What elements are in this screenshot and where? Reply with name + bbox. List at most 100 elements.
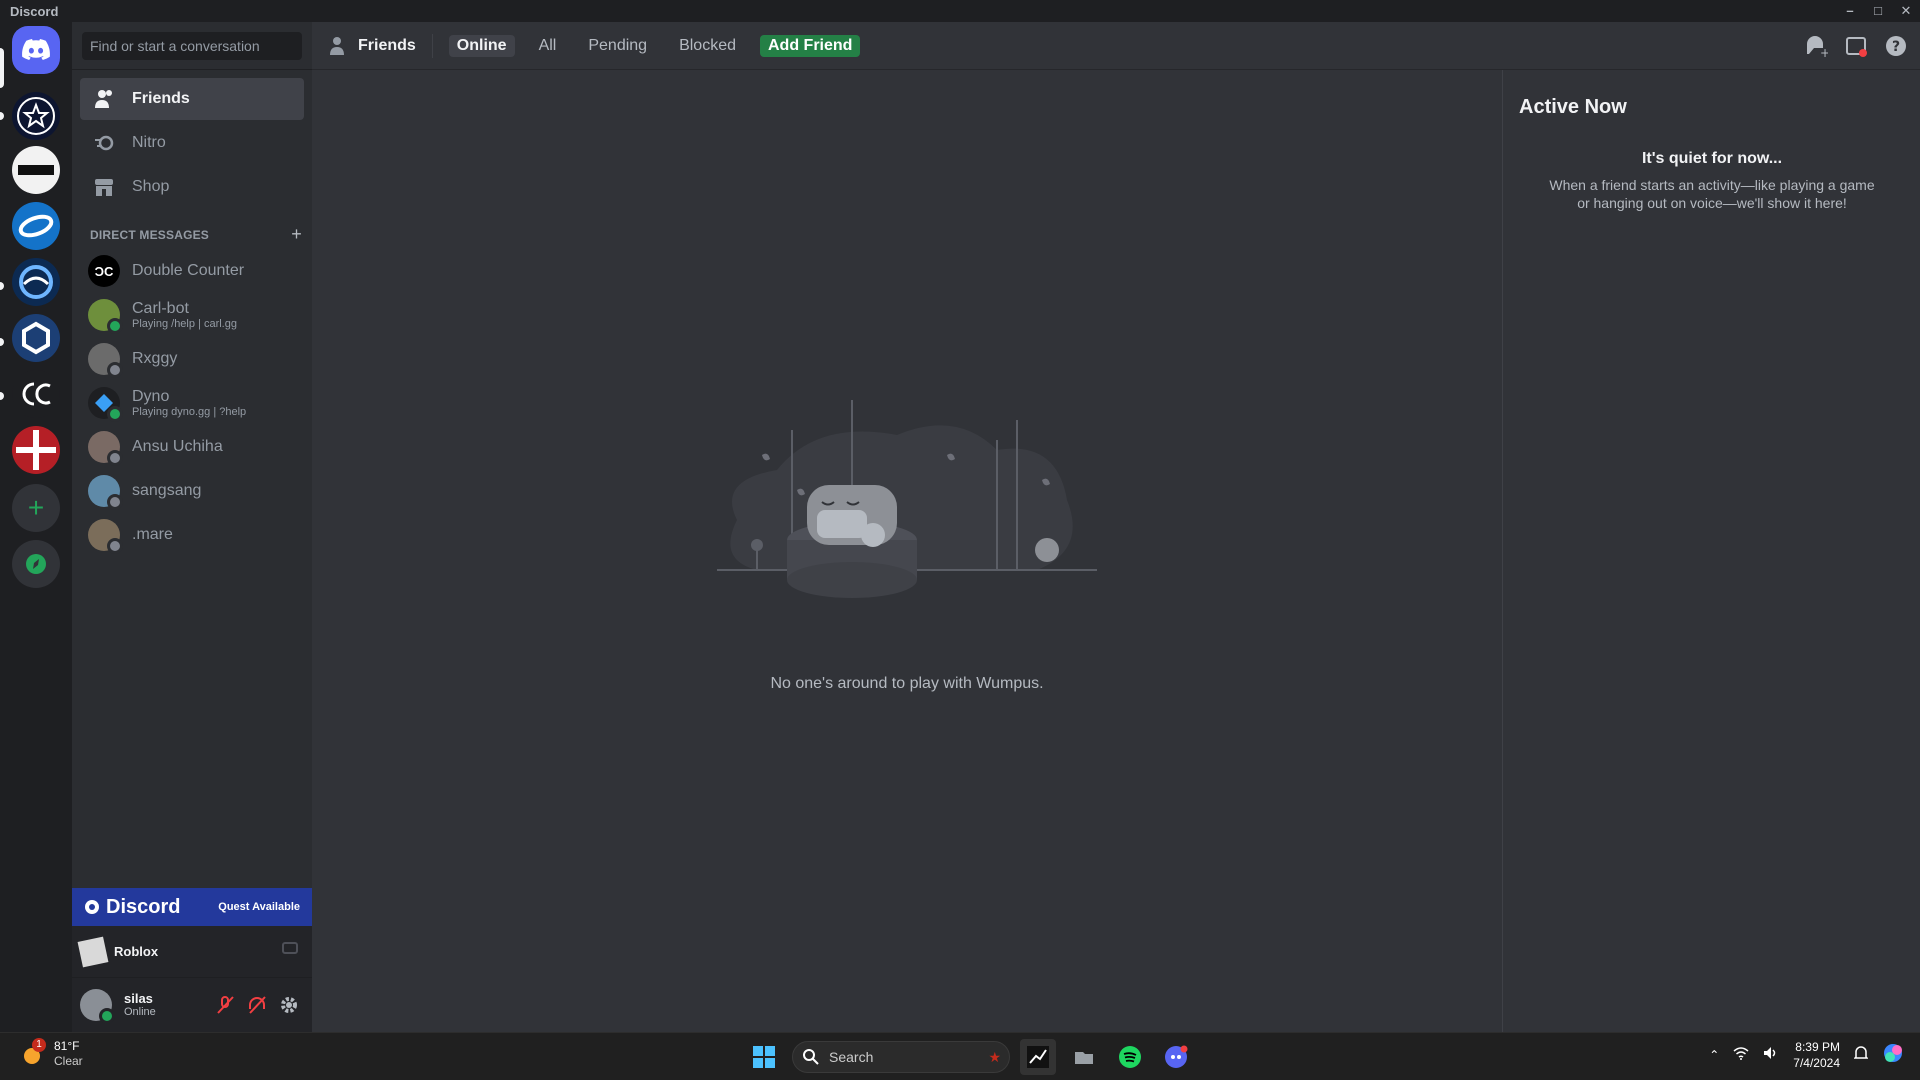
wifi-icon[interactable] [1733, 1046, 1749, 1065]
tab-blocked[interactable]: Blocked [671, 35, 744, 57]
taskbar-search[interactable]: Search ★ [792, 1041, 1010, 1073]
taskbar-search-label: Search [829, 1049, 874, 1065]
svg-text:+: + [1820, 46, 1828, 58]
nav-label: Friends [132, 90, 190, 107]
friends-icon [330, 36, 344, 55]
settings-gear-icon[interactable] [278, 994, 300, 1016]
dm-item[interactable]: ƆC Double Counter [80, 250, 304, 292]
user-avatar[interactable] [80, 989, 115, 1024]
add-friend-button[interactable]: Add Friend [760, 34, 861, 57]
weather-badge: 1 [32, 1038, 46, 1052]
close-icon[interactable]: ✕ [1892, 0, 1920, 22]
nav-shop[interactable]: Shop [80, 166, 304, 208]
windows-logo-icon [753, 1046, 775, 1068]
inbox-icon[interactable] [1844, 34, 1868, 58]
mute-mic-icon[interactable] [214, 994, 236, 1016]
taskbar-app-spotify[interactable] [1112, 1039, 1148, 1075]
unread-indicator [0, 112, 4, 120]
user-status: Online [124, 1006, 156, 1018]
dm-sidebar: Friends Nitro Shop DIRECT MESSAGES + ƆC … [72, 22, 312, 1032]
volume-icon[interactable] [1763, 1046, 1779, 1065]
window-titlebar: Discord – □ ✕ [0, 0, 1920, 22]
dm-item[interactable]: sangsang [80, 470, 304, 512]
dm-item[interactable]: Dyno Playing dyno.gg | ?help [80, 382, 304, 424]
status-offline-icon [107, 538, 123, 554]
help-icon[interactable]: ? [1884, 34, 1908, 58]
chart-app-icon [1027, 1046, 1049, 1068]
active-now-title: Active Now [1519, 96, 1627, 118]
taskbar-app-stocks[interactable] [1020, 1039, 1056, 1075]
copilot-icon[interactable] [1882, 1042, 1904, 1069]
tab-all[interactable]: All [531, 35, 565, 57]
unread-indicator [0, 338, 4, 346]
quest-brand-label: Discord [106, 895, 181, 918]
taskbar-apps: Search ★ [746, 1039, 1194, 1075]
status-online-icon [107, 318, 123, 334]
empty-state-text: No one's around to play with Wumpus. [770, 675, 1044, 692]
tab-pending[interactable]: Pending [580, 35, 655, 57]
dm-item[interactable]: Ansu Uchiha [80, 426, 304, 468]
nav-nitro[interactable]: Nitro [80, 122, 304, 164]
taskbar-app-discord[interactable] [1158, 1039, 1194, 1075]
show-hidden-icons-icon[interactable]: ⌃ [1709, 1048, 1719, 1062]
dm-item[interactable]: Carl-bot Playing /help | carl.gg [80, 294, 304, 336]
server-icon-wave[interactable] [12, 258, 60, 306]
user-name: silas [124, 991, 153, 1006]
dm-item[interactable]: .mare [80, 514, 304, 556]
shop-icon [88, 171, 120, 203]
window-title: Discord [10, 4, 59, 19]
avatar [88, 519, 123, 554]
status-offline-icon [107, 450, 123, 466]
gift-icon [16, 430, 56, 470]
minimize-icon[interactable]: – [1836, 0, 1864, 22]
explore-servers-button[interactable] [12, 540, 60, 588]
friends-header: Friends Online All Pending Blocked Add F… [312, 22, 1920, 70]
window-controls: – □ ✕ [1836, 0, 1920, 22]
dm-name: sangsang [132, 482, 202, 499]
search-container [72, 22, 312, 70]
new-group-dm-icon[interactable]: + [1804, 34, 1828, 58]
quest-available-label: Quest Available [218, 901, 300, 913]
quest-banner[interactable]: Discord Quest Available [72, 888, 312, 926]
dm-name: Carl-bot [132, 299, 189, 317]
add-server-button[interactable]: + [12, 484, 60, 532]
server-icon-dc[interactable] [12, 370, 60, 418]
dm-item[interactable]: Rxggy [80, 338, 304, 380]
star-icon [17, 97, 55, 135]
wumpus-sleeping-illustration [717, 400, 1097, 598]
server-icon-text-logo[interactable] [12, 146, 60, 194]
server-icon-hexagon[interactable] [12, 314, 60, 362]
july-fourth-hat-icon: ★ [988, 1048, 1001, 1065]
nav-friends[interactable]: Friends [80, 78, 304, 120]
weather-widget[interactable]: 1 81°F Clear [18, 1038, 83, 1069]
status-online-icon [107, 406, 123, 422]
maximize-icon[interactable]: □ [1864, 0, 1892, 22]
server-icon-star[interactable] [12, 92, 60, 140]
server-icon-orbit[interactable] [12, 202, 60, 250]
header-divider [431, 33, 433, 58]
taskbar-app-files[interactable] [1066, 1039, 1102, 1075]
discord-badge-icon [85, 900, 99, 914]
deafen-icon[interactable] [246, 994, 268, 1016]
discord-taskbar-icon [1165, 1045, 1188, 1068]
active-now-quiet: It's quiet for now... [1641, 150, 1783, 167]
start-button[interactable] [746, 1039, 782, 1075]
active-now-panel: Active Now It's quiet for now... When a … [1502, 70, 1920, 1032]
tab-online[interactable]: Online [448, 34, 515, 57]
activity-panel[interactable]: Roblox [72, 926, 312, 978]
stream-icon[interactable] [282, 942, 298, 961]
server-icon-gift[interactable] [12, 426, 60, 474]
roblox-icon [77, 936, 109, 967]
home-button[interactable] [12, 26, 60, 74]
header-title-label: Friends [358, 36, 416, 54]
notification-bell-icon[interactable] [1853, 1045, 1869, 1066]
clock-time: 8:39 PM [1795, 1040, 1840, 1054]
create-dm-icon[interactable]: + [291, 224, 302, 245]
search-input[interactable] [82, 32, 302, 60]
clock[interactable]: 8:39 PM 7/4/2024 [1793, 1039, 1840, 1071]
plus-icon: + [27, 492, 45, 523]
hexagon-icon [22, 321, 50, 355]
nitro-icon [88, 127, 120, 159]
discord-logo-icon [22, 39, 50, 60]
server-rail: + [0, 22, 72, 1032]
